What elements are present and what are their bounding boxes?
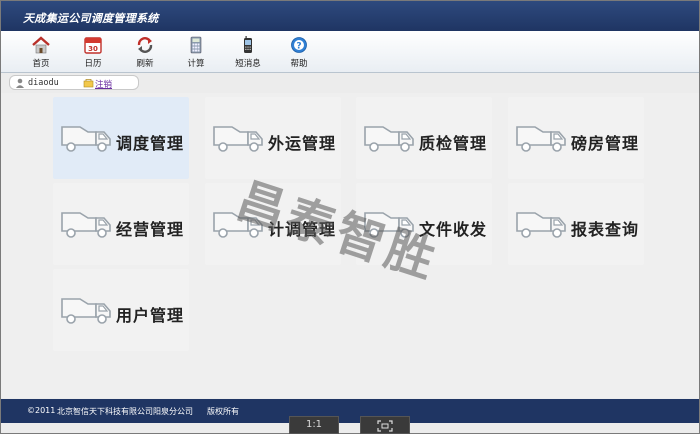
module-tile[interactable]: 磅房管理 (508, 97, 644, 179)
calculator-button[interactable]: 计算 (174, 34, 218, 72)
module-label: 报表查询 (571, 220, 640, 239)
footer-rights: 版权所有 (207, 407, 239, 416)
module-label: 调度管理 (116, 134, 185, 153)
truck-icon (61, 126, 111, 152)
refresh-label: 刷新 (136, 59, 154, 69)
truck-icon (213, 126, 263, 152)
refresh-button[interactable]: 刷新 (123, 34, 167, 72)
module-tile[interactable]: 报表查询 (508, 183, 644, 265)
truck-icon (213, 212, 263, 238)
module-tile[interactable]: 计调管理 (205, 183, 341, 265)
calendar-button[interactable]: 30 日历 (71, 34, 115, 72)
fit-screen-button[interactable] (360, 416, 410, 434)
truck-icon (61, 298, 111, 324)
calculator-label: 计算 (187, 59, 205, 69)
actual-size-button[interactable]: 1:1 (289, 416, 339, 434)
module-label: 用户管理 (116, 306, 185, 325)
refresh-icon (137, 37, 153, 53)
short-message-button[interactable]: 短消息 (226, 34, 270, 72)
module-tile[interactable]: 用户管理 (53, 269, 189, 351)
truck-icon (61, 212, 111, 238)
footer-company: 北京智信天下科技有限公司阳泉分公司 (57, 407, 193, 416)
user-icon (16, 78, 24, 88)
short-message-label: 短消息 (235, 59, 261, 69)
mobile-phone-icon (244, 36, 252, 53)
home-button[interactable]: 首页 (19, 34, 63, 72)
home-icon (32, 36, 50, 54)
module-label: 计调管理 (268, 220, 337, 239)
help-icon: ? (291, 37, 307, 53)
footer-copyright: ©2011 (27, 406, 56, 415)
module-tile[interactable]: 调度管理 (53, 97, 189, 179)
fit-screen-icon (377, 420, 393, 432)
user-bar: diaodu 注销 (9, 75, 139, 90)
module-tile[interactable]: 文件收发 (356, 183, 492, 265)
truck-icon (364, 212, 414, 238)
module-grid: 调度管理 外运管理 质检管理 磅房管理经营管理 计调管理 文件收发 报表查询用户管理 (1, 93, 699, 398)
module-tile[interactable]: 外运管理 (205, 97, 341, 179)
help-label: 帮助 (290, 59, 308, 69)
truck-icon (364, 126, 414, 152)
help-button[interactable]: ? 帮助 (277, 34, 321, 72)
module-label: 磅房管理 (571, 134, 640, 153)
home-label: 首页 (32, 59, 50, 69)
logout-link[interactable]: 注销 (95, 78, 112, 90)
truck-icon (516, 126, 566, 152)
module-tile[interactable]: 质检管理 (356, 97, 492, 179)
app-window: 天成集运公司调度管理系统 首页 30 日历 刷新 计算 短消息 ? 帮助 dia… (0, 0, 700, 434)
footer: ©2011 北京智信天下科技有限公司阳泉分公司 版权所有 (1, 399, 699, 423)
module-label: 文件收发 (419, 220, 488, 239)
title-bar: 天成集运公司调度管理系统 (1, 1, 699, 31)
truck-icon (516, 212, 566, 238)
calendar-icon: 30 (84, 37, 102, 54)
module-label: 经营管理 (116, 220, 185, 239)
calendar-day: 30 (88, 45, 98, 53)
module-tile[interactable]: 经营管理 (53, 183, 189, 265)
module-label: 外运管理 (268, 134, 337, 153)
logout-icon (83, 79, 94, 88)
toolbar: 首页 30 日历 刷新 计算 短消息 ? 帮助 (1, 31, 699, 73)
svg-text:?: ? (296, 41, 301, 51)
module-label: 质检管理 (419, 134, 488, 153)
calendar-label: 日历 (84, 59, 102, 69)
app-title: 天成集运公司调度管理系统 (23, 12, 159, 25)
calculator-icon (190, 36, 202, 54)
username: diaodu (28, 78, 59, 88)
